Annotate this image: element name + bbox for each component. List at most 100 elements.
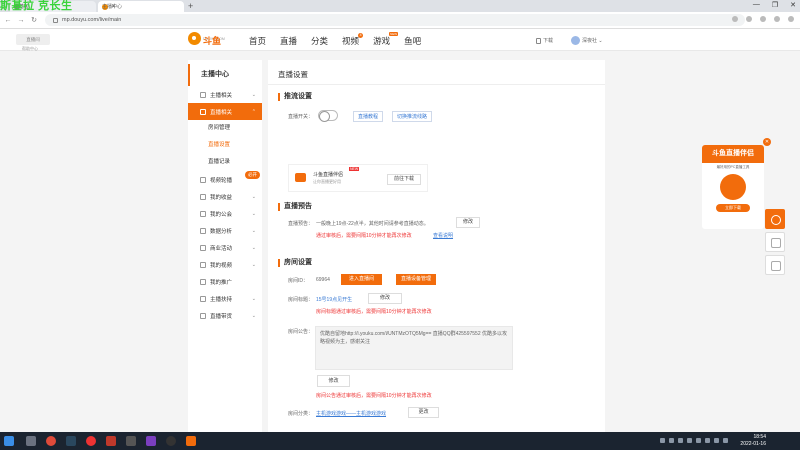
room-title-warning: 房间标题通过审核后，需要间隔10分钟才能再次修改 [316, 309, 432, 315]
chevron-down-icon: ⌄ [598, 37, 603, 44]
expand-icon [771, 261, 781, 271]
room-category-change-button[interactable]: 更改 [408, 407, 439, 418]
room-notice-edit-button[interactable]: 修改 [317, 375, 350, 387]
ad-title: 斗鱼直播伴侣 [702, 145, 764, 163]
sidebar-item-analytics[interactable]: 数据分析 ⌄ [188, 222, 262, 239]
address-bar-row: ← → ↻ mp.douyu.com/live/main [0, 12, 800, 29]
side-video-button[interactable] [765, 209, 785, 229]
tray-icon[interactable] [714, 438, 719, 443]
nav-game-label: 游戏 [373, 36, 391, 46]
preview-edit-button[interactable]: 修改 [456, 217, 480, 228]
nav-fishbar[interactable]: 鱼吧 [404, 35, 421, 47]
douyu-logo[interactable]: 斗鱼 DOUYU.COM [188, 32, 225, 45]
sidebar-item-anchor[interactable]: 主播相关 ⌄ [188, 86, 262, 103]
app-icon[interactable] [126, 436, 136, 446]
companion-logo-icon [295, 173, 306, 182]
left-header-box[interactable]: 直播间 [16, 34, 50, 45]
business-icon [200, 244, 206, 251]
switch-line-link[interactable]: 切换推流线路 [392, 111, 433, 122]
promo-download-button[interactable]: 前往下载 [387, 174, 421, 185]
companion-promo-card: 斗鱼直播伴侣 NEW 让你直播更好用 前往下载 [288, 164, 428, 192]
browser-tab-active[interactable]: 主播中心 ✕ [98, 1, 184, 12]
main-nav: 首页 直播 分类 视频 4 游戏 NEW 鱼吧 [249, 32, 421, 47]
phone-icon [536, 37, 541, 44]
tray-icon[interactable] [687, 438, 692, 443]
app-icon[interactable] [106, 436, 116, 446]
nav-home[interactable]: 首页 [249, 35, 266, 47]
sidebar-item-my-videos[interactable]: 我的视频 ⌄ [188, 256, 262, 273]
device-manage-button[interactable]: 直播设备管理 [396, 274, 436, 285]
tray-icon[interactable] [705, 438, 710, 443]
extension-icon[interactable] [746, 16, 752, 22]
profile-icon[interactable] [774, 16, 780, 22]
sidebar-item-label: 直播相关 [210, 109, 233, 116]
premiere-icon[interactable] [146, 436, 156, 446]
maximize-button[interactable]: ❐ [772, 1, 778, 9]
tray-icon[interactable] [660, 438, 665, 443]
sidebar-item-label: 商业活动 [210, 245, 233, 252]
room-category-value[interactable]: 主机游戏游戏——主机游戏游戏 [316, 410, 386, 417]
close-window-button[interactable]: ✕ [790, 1, 796, 9]
taskbar-clock[interactable]: 18:54 2022-01-16 [740, 434, 766, 448]
start-icon[interactable] [4, 436, 14, 446]
steam-icon[interactable] [66, 436, 76, 446]
menu-icon[interactable] [788, 16, 794, 22]
stream-toggle[interactable] [318, 110, 338, 122]
preview-help-link[interactable]: 查看说明 [433, 232, 453, 239]
side-fullscreen-button[interactable] [765, 255, 785, 275]
chevron-down-icon: ⌄ [251, 91, 256, 98]
sidebar-sub-records[interactable]: 直播记录 [188, 154, 262, 171]
star-icon[interactable] [732, 16, 738, 22]
sidebar-item-commerce[interactable]: 直播带货 ⌄ [188, 307, 262, 324]
section-title-preview: 直播预告 [278, 203, 312, 211]
room-title-edit-button[interactable]: 修改 [368, 293, 402, 304]
live-icon [200, 108, 206, 115]
douyu-app-icon[interactable] [186, 436, 196, 446]
minimize-button[interactable]: — [753, 1, 760, 9]
forward-icon[interactable]: → [16, 17, 26, 24]
sidebar-item-support[interactable]: 主播扶持 ⌄ [188, 290, 262, 307]
left-header-sub[interactable]: 帮助中心 [22, 46, 38, 52]
new-tab-button[interactable]: + [188, 1, 193, 12]
sidebar-item-video-loop[interactable]: 视频轮播 必开 [188, 171, 262, 188]
ad-close-button[interactable]: ✕ [763, 138, 771, 146]
nav-game[interactable]: 游戏 NEW [373, 32, 399, 47]
tray-icon[interactable] [669, 438, 674, 443]
tray-icon[interactable] [723, 438, 728, 443]
search-icon[interactable] [26, 436, 36, 446]
film-icon [200, 261, 206, 268]
chevron-down-icon: ⌄ [251, 210, 256, 217]
nav-category[interactable]: 分类 [311, 35, 328, 47]
room-notice-textarea[interactable]: 优酷自留地http://i.youku.com/i/UNTMzOTQ5Mg== … [315, 326, 513, 370]
sidebar-item-income[interactable]: 我的收益 ⌄ [188, 188, 262, 205]
tray-icon[interactable] [696, 438, 701, 443]
url-field[interactable]: mp.douyu.com/live/main [45, 14, 745, 26]
stream-tutorial-link[interactable]: 直播教程 [353, 111, 384, 122]
reload-icon[interactable]: ↻ [29, 16, 39, 24]
promo-subtitle: 让你直播更好用 [313, 179, 341, 184]
obs-icon[interactable] [166, 436, 176, 446]
app-icon[interactable] [86, 436, 96, 446]
sidebar-item-business[interactable]: 商业活动 ⌄ [188, 239, 262, 256]
sidebar-sub-room[interactable]: 房间管理 [188, 120, 262, 137]
nav-video[interactable]: 视频 4 [342, 33, 364, 47]
tab-label: 主播中心 [102, 4, 123, 10]
sidebar-sub-settings[interactable]: 直播设置 [188, 137, 262, 154]
sidebar-item-live[interactable]: 直播相关 ⌃ [188, 103, 262, 120]
companion-float-ad[interactable]: 斗鱼直播伴侣 最好用的PC直播工具 立即下载 [702, 145, 764, 229]
sidebar-item-promotion[interactable]: 我的推广 [188, 273, 262, 290]
sidebar-item-guild[interactable]: 我的公会 ⌄ [188, 205, 262, 222]
stream-switch-label: 直播开关： [288, 114, 314, 120]
download-link[interactable]: 下载 [536, 37, 553, 44]
nav-live[interactable]: 直播 [280, 35, 297, 47]
extension-icon[interactable] [760, 16, 766, 22]
ad-download-button[interactable]: 立即下载 [716, 204, 750, 212]
tray-icon[interactable] [678, 438, 683, 443]
side-home-button[interactable] [765, 232, 785, 252]
chevron-down-icon: ⌄ [251, 227, 256, 234]
browser-tab-bar: 斯基拉 ✕ 主播中心 ✕ + — ❐ ✕ [0, 0, 800, 12]
chrome-icon[interactable] [46, 436, 56, 446]
user-menu[interactable]: 深夜社 ⌄ [571, 36, 603, 45]
back-icon[interactable]: ← [3, 17, 13, 24]
enter-room-button[interactable]: 进入直播间 [341, 274, 382, 285]
